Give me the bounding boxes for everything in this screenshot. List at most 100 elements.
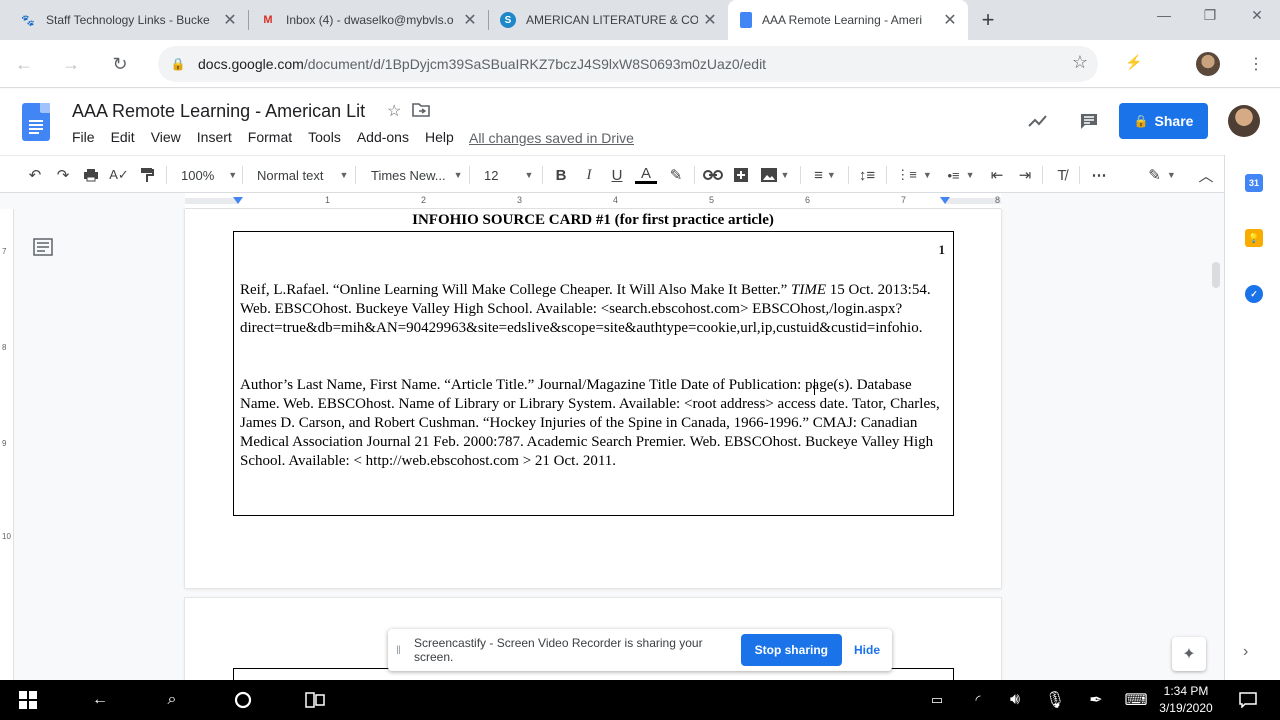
account-avatar[interactable] — [1228, 105, 1260, 137]
redo-icon[interactable]: ↷ — [52, 163, 74, 187]
lock-icon: 🔒 — [170, 57, 186, 71]
tab-staff-technology[interactable]: 🐾 Staff Technology Links - Bucke ✕ — [8, 0, 248, 40]
cortana-icon[interactable] — [228, 688, 258, 712]
ruler-tick: 3 — [517, 195, 523, 205]
editing-mode-icon[interactable]: ✎ ▼ — [1144, 163, 1180, 187]
hide-menus-chevron-icon[interactable]: ︿ — [1195, 163, 1217, 187]
new-tab-button[interactable]: + — [974, 6, 1002, 34]
system-clock[interactable]: 1:34 PM 3/19/2020 — [1156, 683, 1216, 717]
save-status[interactable]: All changes saved in Drive — [469, 130, 634, 146]
share-button[interactable]: 🔒 Share — [1119, 103, 1208, 139]
touch-keyboard-icon[interactable]: ⌨ — [1121, 688, 1151, 712]
browser-menu-icon[interactable]: ⋮ — [1246, 52, 1266, 76]
bookmark-star-icon[interactable]: ☆ — [1072, 52, 1088, 73]
menu-tools[interactable]: Tools — [300, 129, 349, 145]
google-docs-logo-icon[interactable] — [22, 103, 50, 141]
italic-icon[interactable]: I — [578, 163, 600, 187]
menu-file[interactable]: File — [64, 129, 103, 145]
vertical-scrollbar[interactable] — [1212, 262, 1220, 288]
explore-icon[interactable]: ✦ — [1172, 637, 1206, 671]
pen-workspace-icon[interactable]: ✒ — [1081, 688, 1111, 712]
close-icon[interactable]: ✕ — [458, 8, 482, 32]
insert-comment-icon[interactable] — [730, 163, 752, 187]
spellcheck-icon[interactable]: A✓ — [108, 163, 130, 187]
insert-image-icon[interactable]: ▼ — [758, 163, 792, 187]
document-page[interactable]: INFOHIO SOURCE CARD #1 (for first practi… — [185, 209, 1001, 588]
back-arrow-icon[interactable]: ← — [85, 688, 115, 712]
paragraph-style-select[interactable]: Normal text ▼ — [257, 163, 348, 187]
clear-formatting-icon[interactable]: T̸ — [1051, 163, 1073, 187]
text-color-icon[interactable]: A — [634, 163, 658, 187]
decrease-indent-icon[interactable]: ⇤ — [986, 163, 1008, 187]
line-spacing-icon[interactable]: ↕≡ — [856, 163, 878, 187]
numbered-list-icon[interactable]: ⋮≡ ▼ — [894, 163, 934, 187]
microphone-icon[interactable]: 🎙︎ — [1040, 688, 1070, 712]
citation-format-example-tator[interactable]: Author’s Last Name, First Name. “Article… — [240, 376, 946, 471]
tab-american-literature[interactable]: S AMERICAN LITERATURE & COMP ✕ — [488, 0, 728, 40]
menu-edit[interactable]: Edit — [103, 129, 143, 145]
document-canvas[interactable]: INFOHIO SOURCE CARD #1 (for first practi… — [14, 209, 1224, 680]
minimize-window-icon[interactable]: — — [1141, 0, 1187, 30]
source-card-table-cell[interactable]: 1 Reif, L.Rafael. “Online Learning Will … — [233, 231, 954, 516]
drag-handle-icon[interactable]: ‖ — [388, 643, 410, 657]
font-family-select[interactable]: Times New... ▼ — [371, 163, 463, 187]
url-text[interactable]: docs.google.com/document/d/1BpDyjcm39SaS… — [198, 56, 766, 72]
search-icon[interactable]: ⌕ — [157, 688, 187, 712]
menu-format[interactable]: Format — [240, 129, 300, 145]
print-icon[interactable] — [80, 163, 102, 187]
windows-start-icon[interactable] — [13, 688, 43, 712]
screencastify-extension-icon[interactable]: ⚡ — [1124, 52, 1144, 72]
toolbar-separator — [166, 166, 167, 184]
profile-avatar[interactable] — [1196, 52, 1220, 76]
document-title[interactable]: AAA Remote Learning - American Lit — [72, 101, 365, 122]
close-icon[interactable]: ✕ — [938, 8, 962, 32]
tasks-icon[interactable]: ✓ — [1245, 285, 1263, 303]
close-window-icon[interactable]: ✕ — [1234, 0, 1280, 30]
share-label: Share — [1154, 113, 1194, 129]
hide-button[interactable]: Hide — [842, 643, 892, 657]
notifications-icon[interactable] — [1233, 688, 1263, 712]
menu-add-ons[interactable]: Add-ons — [349, 129, 417, 145]
volume-icon[interactable]: 🔊︎ — [1000, 688, 1030, 712]
bulleted-list-icon[interactable]: •≡ ▼ — [942, 163, 980, 187]
calendar-icon[interactable]: 31 — [1245, 174, 1263, 192]
increase-indent-icon[interactable]: ⇥ — [1014, 163, 1036, 187]
close-icon[interactable]: ✕ — [218, 8, 242, 32]
horizontal-ruler[interactable]: 1 2 3 4 5 6 7 8 — [185, 193, 1001, 209]
zoom-select[interactable]: 100% ▼ — [181, 163, 237, 187]
underline-icon[interactable]: U — [606, 163, 628, 187]
right-indent-marker[interactable] — [940, 197, 950, 204]
forward-arrow-icon[interactable]: → — [57, 50, 85, 78]
comments-icon[interactable] — [1077, 109, 1101, 133]
star-icon[interactable]: ☆ — [387, 101, 401, 121]
address-bar[interactable]: 🔒 docs.google.com/document/d/1BpDyjcm39S… — [158, 46, 1098, 82]
move-to-folder-icon[interactable] — [412, 101, 430, 122]
insert-link-icon[interactable] — [702, 163, 724, 187]
document-outline-icon[interactable] — [33, 238, 53, 256]
font-size-select[interactable]: 12 ▼ — [484, 163, 533, 187]
menu-insert[interactable]: Insert — [189, 129, 240, 145]
expand-panel-chevron-icon[interactable]: › — [1243, 643, 1248, 661]
close-icon[interactable]: ✕ — [698, 8, 722, 32]
citation-example-reif[interactable]: Reif, L.Rafael. “Online Learning Will Ma… — [240, 281, 946, 338]
more-options-icon[interactable]: ⋯ — [1087, 163, 1111, 187]
activity-trend-icon[interactable] — [1026, 109, 1050, 133]
paint-format-icon[interactable] — [136, 163, 158, 187]
restore-window-icon[interactable]: ❐ — [1187, 0, 1233, 30]
stop-sharing-button[interactable]: Stop sharing — [740, 634, 842, 666]
reload-icon[interactable]: ↻ — [106, 50, 134, 78]
align-left-icon[interactable]: ≡ ▼ — [808, 163, 842, 187]
undo-icon[interactable]: ↶ — [24, 163, 46, 187]
wifi-icon[interactable]: ◜ — [963, 688, 993, 712]
tab-gmail-inbox[interactable]: M Inbox (4) - dwaselko@mybvls.o ✕ — [248, 0, 488, 40]
task-view-icon[interactable] — [300, 688, 330, 712]
back-arrow-icon[interactable]: ← — [10, 50, 38, 78]
highlight-color-icon[interactable]: ✎ — [665, 163, 687, 187]
tab-remote-learning-doc[interactable]: AAA Remote Learning - Ameri ✕ — [728, 0, 968, 40]
menu-view[interactable]: View — [143, 129, 189, 145]
bold-icon[interactable]: B — [550, 163, 572, 187]
left-indent-marker[interactable] — [233, 197, 243, 204]
battery-icon[interactable]: ▭ — [922, 688, 952, 712]
keep-icon[interactable]: 💡 — [1245, 229, 1263, 247]
menu-help[interactable]: Help — [417, 129, 462, 145]
